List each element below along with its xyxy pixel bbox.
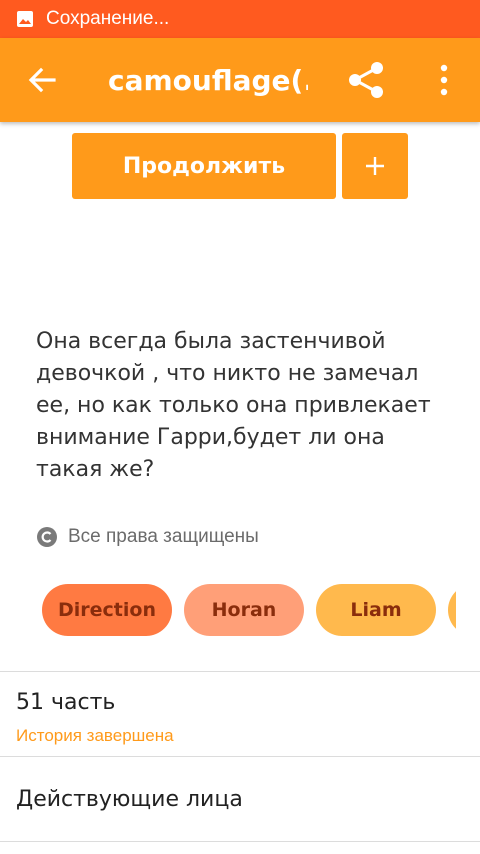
status-bar: Сохранение... xyxy=(0,0,480,38)
story-description: Она всегда была застенчивой девочкой , ч… xyxy=(36,329,431,482)
image-icon xyxy=(17,11,33,27)
copyright-notice: Все права защищены xyxy=(36,526,259,548)
back-arrow-icon[interactable] xyxy=(28,66,56,94)
story-title: camouflage(... xyxy=(108,64,308,97)
more-vert-icon[interactable] xyxy=(434,62,454,98)
copyright-icon xyxy=(37,527,57,547)
chapter-count: 51 часть xyxy=(16,690,116,715)
plus-icon xyxy=(366,157,384,175)
characters-row[interactable]: Действующие лица xyxy=(0,757,480,841)
status-text: Сохранение... xyxy=(46,8,170,29)
copyright-text: Все права защищены xyxy=(68,526,259,547)
divider xyxy=(0,841,480,842)
tag-chip[interactable]: Horan xyxy=(184,584,304,636)
app-bar: camouflage(... xyxy=(0,38,480,122)
story-status: История завершена xyxy=(16,726,174,745)
share-icon[interactable] xyxy=(346,60,386,100)
tag-chip[interactable]: Direction xyxy=(42,584,172,636)
chapters-row[interactable]: 51 часть История завершена xyxy=(0,672,480,756)
tag-chip[interactable] xyxy=(448,584,456,636)
tag-list: Direction Horan Liam xyxy=(42,584,456,638)
continue-reading-button[interactable]: Продолжить xyxy=(72,133,336,199)
characters-title: Действующие лица xyxy=(16,787,243,812)
add-to-library-button[interactable] xyxy=(342,133,408,199)
tag-chip[interactable]: Liam xyxy=(316,584,436,636)
